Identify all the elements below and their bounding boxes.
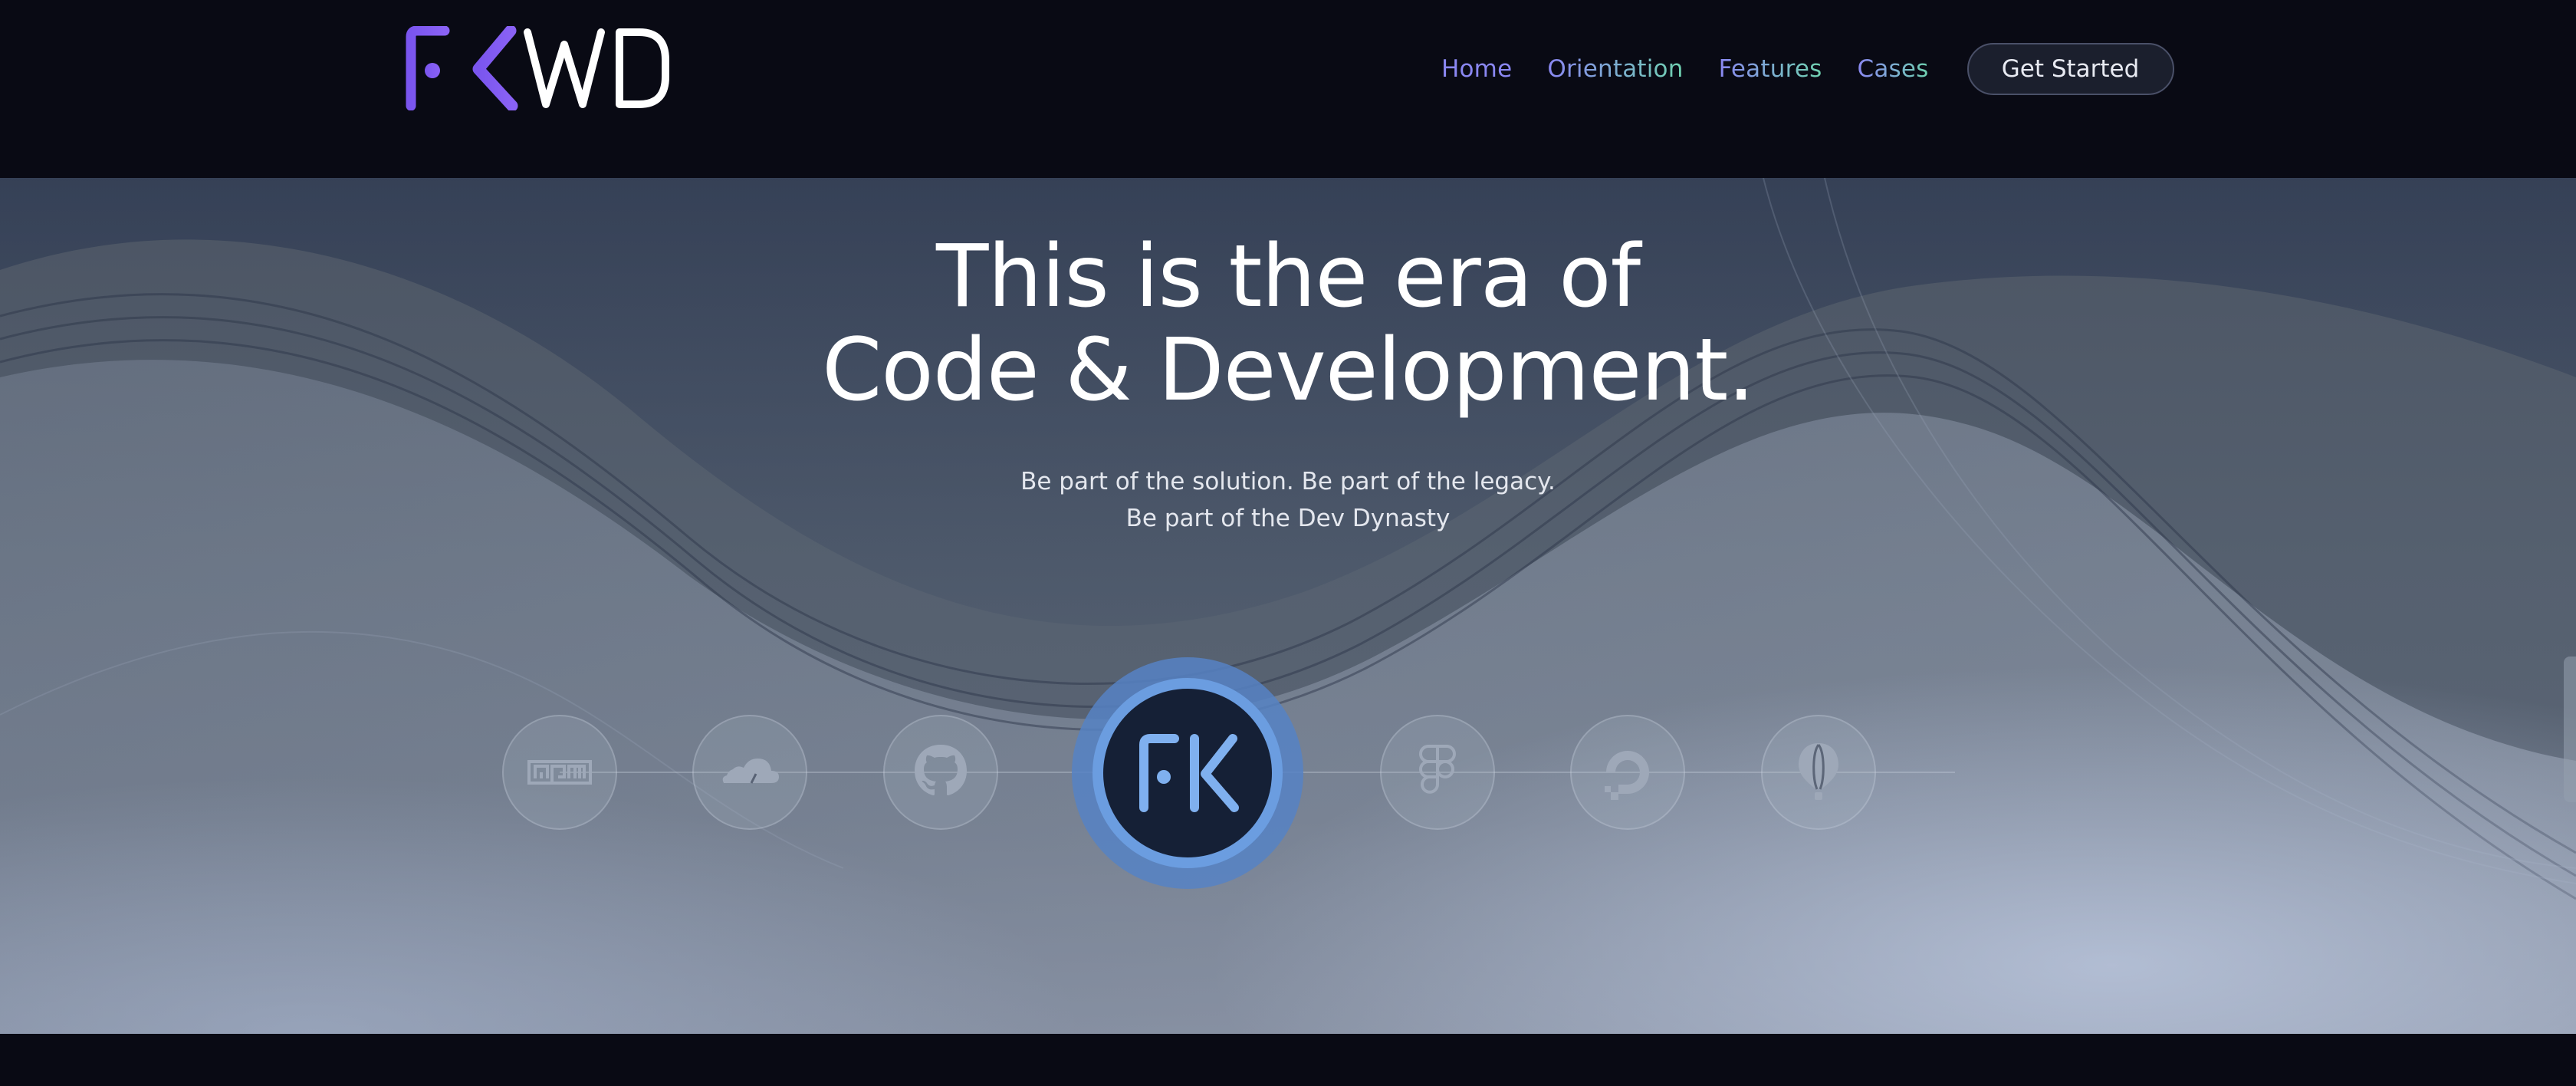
balloon-icon bbox=[1799, 743, 1838, 800]
nav-link-cases[interactable]: Cases bbox=[1857, 55, 1928, 83]
tool-digitalocean[interactable] bbox=[1570, 715, 1685, 830]
nav-link-features[interactable]: Features bbox=[1719, 55, 1822, 83]
scrollbar-thumb[interactable] bbox=[2564, 657, 2576, 802]
tool-balloon[interactable] bbox=[1761, 715, 1876, 830]
fkwd-logo[interactable] bbox=[405, 26, 673, 110]
tool-integrations bbox=[0, 178, 2576, 1034]
site-header: Home Orientation Features Cases Get Star… bbox=[0, 0, 2576, 178]
fk-logo-icon bbox=[1139, 734, 1239, 812]
tool-npm[interactable] bbox=[502, 715, 617, 830]
next-section-strip bbox=[0, 1034, 2576, 1086]
tool-cloudflare[interactable] bbox=[692, 715, 807, 830]
get-started-button[interactable]: Get Started bbox=[1967, 43, 2174, 95]
hero-section: This is the era of Code & Development. B… bbox=[0, 178, 2576, 1034]
nav-link-orientation[interactable]: Orientation bbox=[1547, 55, 1683, 83]
digitalocean-icon bbox=[1605, 751, 1649, 800]
github-icon bbox=[915, 745, 967, 795]
tool-github[interactable] bbox=[883, 715, 998, 830]
cloudflare-icon bbox=[722, 759, 779, 784]
fk-badge-ring bbox=[1092, 678, 1283, 868]
figma-icon bbox=[1419, 745, 1456, 794]
main-nav: Home Orientation Features Cases Get Star… bbox=[1441, 43, 2174, 95]
nav-link-home[interactable]: Home bbox=[1441, 55, 1512, 83]
tool-figma[interactable] bbox=[1380, 715, 1495, 830]
npm-icon bbox=[527, 760, 592, 785]
fk-center-badge[interactable] bbox=[1072, 657, 1303, 889]
